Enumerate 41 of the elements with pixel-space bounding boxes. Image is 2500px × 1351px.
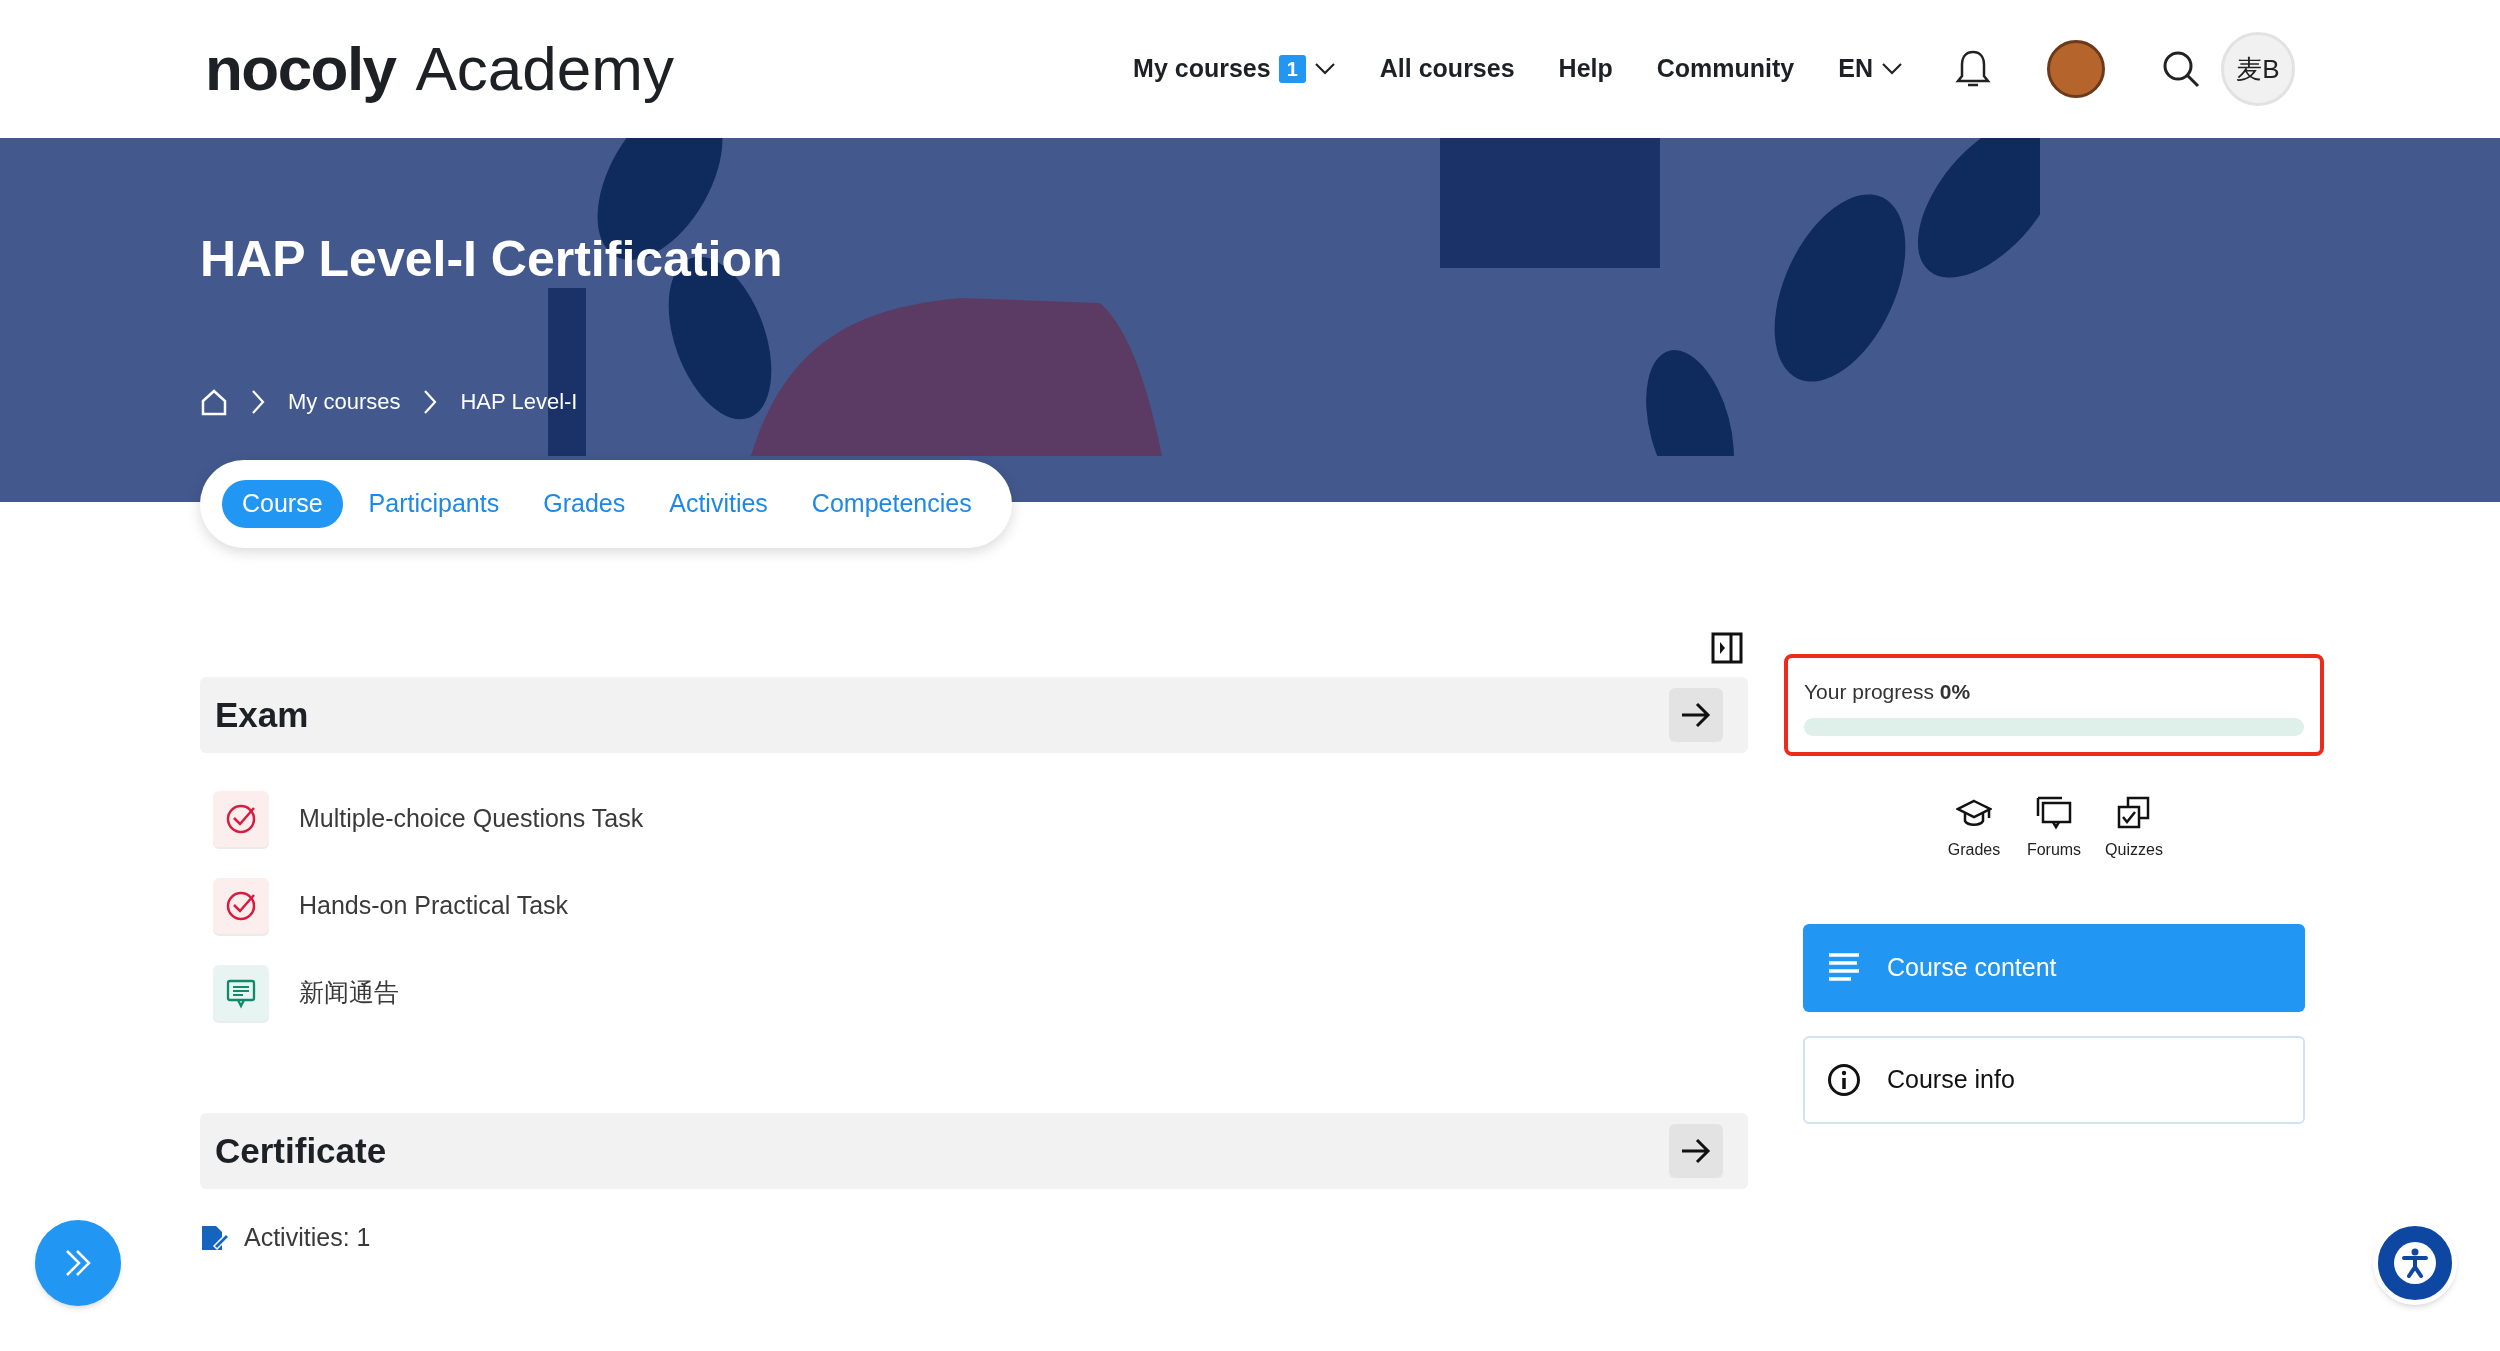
expand-arrow-button[interactable] (1669, 688, 1723, 742)
arrow-right-icon (1680, 701, 1712, 729)
tab[interactable]: Activities (651, 480, 786, 528)
avatar-image[interactable] (2047, 40, 2105, 98)
shortcut-link[interactable]: Forums (2023, 795, 2085, 862)
search-icon (2161, 49, 2201, 89)
nav-link[interactable]: Help (1558, 50, 1613, 88)
section-title: Certificate (215, 1129, 387, 1172)
checkbox-stack-icon (2116, 795, 2152, 830)
user-menu-button[interactable]: 麦B (2221, 32, 2295, 106)
chevron-right-icon (422, 388, 439, 416)
home-icon (200, 388, 228, 416)
accessibility-icon (2392, 1240, 2438, 1286)
activity-link[interactable]: Hands-on Practical Task (299, 887, 569, 925)
expand-arrow-button[interactable] (1669, 1124, 1723, 1178)
nav-link[interactable]: Community (1656, 50, 1795, 88)
breadcrumb-link[interactable]: My courses (288, 391, 401, 413)
nav-link[interactable]: All courses (1379, 50, 1515, 88)
side-nav-button[interactable]: Course info (1803, 1035, 2305, 1124)
nav-menu[interactable]: My courses 1 (1133, 50, 1336, 88)
chevron-right-icon (250, 388, 266, 416)
activity-link[interactable]: Multiple-choice Questions Task (299, 800, 644, 838)
arrow-right-icon (1680, 1137, 1712, 1165)
shortcut-link[interactable]: Grades (1943, 795, 2005, 862)
section-title: Exam (215, 693, 309, 736)
activity-count: Activities: 1 (244, 1222, 371, 1253)
tab[interactable]: Participants (350, 480, 518, 528)
course-title: HAP Level-I Certification (200, 234, 784, 284)
drawer-toggle-icon[interactable] (1711, 632, 1743, 664)
tab[interactable]: Competencies (793, 480, 990, 528)
info-icon (1827, 1062, 1861, 1097)
chat-bubbles-icon (2036, 795, 2072, 830)
nav-menu[interactable]: EN (1838, 50, 1903, 88)
chevron-down-icon (1881, 62, 1903, 76)
activity-link[interactable]: 新闻通告 (299, 974, 399, 1012)
progress-label: Your progress 0% (1804, 679, 1972, 705)
chevron-down-icon (1313, 62, 1336, 76)
tab[interactable]: Grades (525, 480, 644, 528)
shortcut-link[interactable]: Quizzes (2103, 795, 2165, 862)
count-badge: 1 (1278, 55, 1306, 83)
document-edit-icon (200, 1223, 230, 1252)
